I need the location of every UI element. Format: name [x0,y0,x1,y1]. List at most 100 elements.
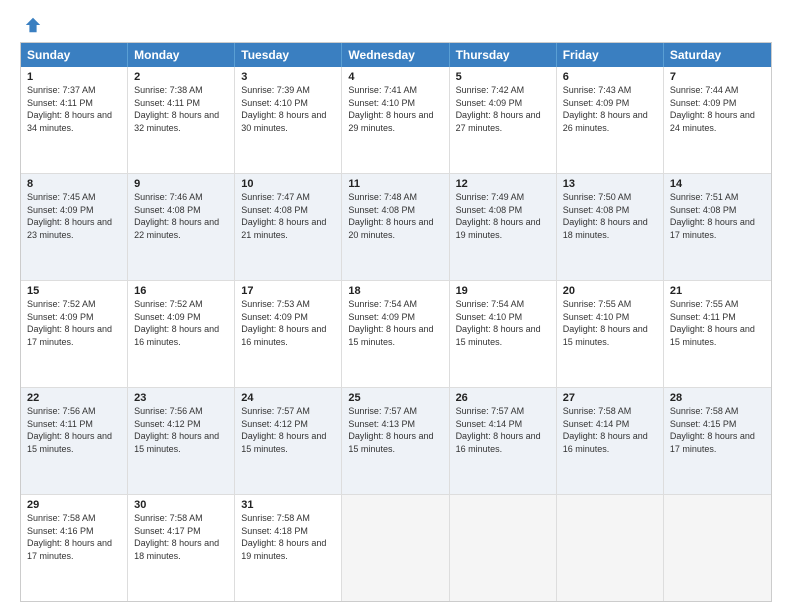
day-info: Sunrise: 7:57 AM Sunset: 4:12 PM Dayligh… [241,405,335,455]
day-number: 1 [27,71,121,83]
day-info: Sunrise: 7:47 AM Sunset: 4:08 PM Dayligh… [241,191,335,241]
calendar-row-5: 29 Sunrise: 7:58 AM Sunset: 4:16 PM Dayl… [21,494,771,601]
day-info: Sunrise: 7:45 AM Sunset: 4:09 PM Dayligh… [27,191,121,241]
calendar-row-1: 1 Sunrise: 7:37 AM Sunset: 4:11 PM Dayli… [21,67,771,173]
day-number: 21 [670,285,765,297]
day-cell-30: 30 Sunrise: 7:58 AM Sunset: 4:17 PM Dayl… [128,495,235,601]
day-number: 26 [456,392,550,404]
day-cell-23: 23 Sunrise: 7:56 AM Sunset: 4:12 PM Dayl… [128,388,235,494]
logo-icon [24,16,42,34]
calendar-body: 1 Sunrise: 7:37 AM Sunset: 4:11 PM Dayli… [21,67,771,601]
day-info: Sunrise: 7:58 AM Sunset: 4:18 PM Dayligh… [241,512,335,562]
empty-cell [342,495,449,601]
day-info: Sunrise: 7:46 AM Sunset: 4:08 PM Dayligh… [134,191,228,241]
day-info: Sunrise: 7:44 AM Sunset: 4:09 PM Dayligh… [670,84,765,134]
day-number: 17 [241,285,335,297]
day-cell-17: 17 Sunrise: 7:53 AM Sunset: 4:09 PM Dayl… [235,281,342,387]
day-cell-6: 6 Sunrise: 7:43 AM Sunset: 4:09 PM Dayli… [557,67,664,173]
day-cell-10: 10 Sunrise: 7:47 AM Sunset: 4:08 PM Dayl… [235,174,342,280]
day-info: Sunrise: 7:41 AM Sunset: 4:10 PM Dayligh… [348,84,442,134]
calendar-row-3: 15 Sunrise: 7:52 AM Sunset: 4:09 PM Dayl… [21,280,771,387]
day-info: Sunrise: 7:50 AM Sunset: 4:08 PM Dayligh… [563,191,657,241]
day-number: 7 [670,71,765,83]
day-cell-26: 26 Sunrise: 7:57 AM Sunset: 4:14 PM Dayl… [450,388,557,494]
day-cell-28: 28 Sunrise: 7:58 AM Sunset: 4:15 PM Dayl… [664,388,771,494]
day-number: 27 [563,392,657,404]
day-cell-25: 25 Sunrise: 7:57 AM Sunset: 4:13 PM Dayl… [342,388,449,494]
day-number: 10 [241,178,335,190]
day-cell-2: 2 Sunrise: 7:38 AM Sunset: 4:11 PM Dayli… [128,67,235,173]
day-info: Sunrise: 7:58 AM Sunset: 4:17 PM Dayligh… [134,512,228,562]
day-number: 14 [670,178,765,190]
day-number: 15 [27,285,121,297]
day-info: Sunrise: 7:58 AM Sunset: 4:14 PM Dayligh… [563,405,657,455]
day-info: Sunrise: 7:58 AM Sunset: 4:16 PM Dayligh… [27,512,121,562]
day-info: Sunrise: 7:39 AM Sunset: 4:10 PM Dayligh… [241,84,335,134]
day-cell-22: 22 Sunrise: 7:56 AM Sunset: 4:11 PM Dayl… [21,388,128,494]
day-cell-4: 4 Sunrise: 7:41 AM Sunset: 4:10 PM Dayli… [342,67,449,173]
day-cell-27: 27 Sunrise: 7:58 AM Sunset: 4:14 PM Dayl… [557,388,664,494]
day-number: 4 [348,71,442,83]
calendar-grid: SundayMondayTuesdayWednesdayThursdayFrid… [20,42,772,602]
day-info: Sunrise: 7:58 AM Sunset: 4:15 PM Dayligh… [670,405,765,455]
day-info: Sunrise: 7:56 AM Sunset: 4:11 PM Dayligh… [27,405,121,455]
day-number: 9 [134,178,228,190]
day-cell-31: 31 Sunrise: 7:58 AM Sunset: 4:18 PM Dayl… [235,495,342,601]
header-day-sunday: Sunday [21,43,128,67]
day-cell-5: 5 Sunrise: 7:42 AM Sunset: 4:09 PM Dayli… [450,67,557,173]
calendar-row-2: 8 Sunrise: 7:45 AM Sunset: 4:09 PM Dayli… [21,173,771,280]
day-cell-29: 29 Sunrise: 7:58 AM Sunset: 4:16 PM Dayl… [21,495,128,601]
day-number: 22 [27,392,121,404]
day-info: Sunrise: 7:55 AM Sunset: 4:11 PM Dayligh… [670,298,765,348]
day-number: 3 [241,71,335,83]
day-info: Sunrise: 7:56 AM Sunset: 4:12 PM Dayligh… [134,405,228,455]
day-number: 8 [27,178,121,190]
day-cell-16: 16 Sunrise: 7:52 AM Sunset: 4:09 PM Dayl… [128,281,235,387]
day-info: Sunrise: 7:53 AM Sunset: 4:09 PM Dayligh… [241,298,335,348]
day-info: Sunrise: 7:49 AM Sunset: 4:08 PM Dayligh… [456,191,550,241]
day-info: Sunrise: 7:51 AM Sunset: 4:08 PM Dayligh… [670,191,765,241]
day-info: Sunrise: 7:52 AM Sunset: 4:09 PM Dayligh… [27,298,121,348]
day-cell-21: 21 Sunrise: 7:55 AM Sunset: 4:11 PM Dayl… [664,281,771,387]
day-number: 30 [134,499,228,511]
day-info: Sunrise: 7:37 AM Sunset: 4:11 PM Dayligh… [27,84,121,134]
day-number: 24 [241,392,335,404]
day-number: 5 [456,71,550,83]
day-cell-11: 11 Sunrise: 7:48 AM Sunset: 4:08 PM Dayl… [342,174,449,280]
day-number: 11 [348,178,442,190]
day-number: 28 [670,392,765,404]
day-cell-12: 12 Sunrise: 7:49 AM Sunset: 4:08 PM Dayl… [450,174,557,280]
day-number: 18 [348,285,442,297]
day-number: 2 [134,71,228,83]
day-info: Sunrise: 7:54 AM Sunset: 4:10 PM Dayligh… [456,298,550,348]
day-number: 12 [456,178,550,190]
day-cell-14: 14 Sunrise: 7:51 AM Sunset: 4:08 PM Dayl… [664,174,771,280]
day-number: 25 [348,392,442,404]
day-cell-19: 19 Sunrise: 7:54 AM Sunset: 4:10 PM Dayl… [450,281,557,387]
empty-cell [557,495,664,601]
calendar-row-4: 22 Sunrise: 7:56 AM Sunset: 4:11 PM Dayl… [21,387,771,494]
day-cell-20: 20 Sunrise: 7:55 AM Sunset: 4:10 PM Dayl… [557,281,664,387]
day-info: Sunrise: 7:42 AM Sunset: 4:09 PM Dayligh… [456,84,550,134]
day-number: 6 [563,71,657,83]
header-day-saturday: Saturday [664,43,771,67]
day-number: 19 [456,285,550,297]
day-info: Sunrise: 7:57 AM Sunset: 4:14 PM Dayligh… [456,405,550,455]
header-day-tuesday: Tuesday [235,43,342,67]
day-info: Sunrise: 7:43 AM Sunset: 4:09 PM Dayligh… [563,84,657,134]
day-cell-3: 3 Sunrise: 7:39 AM Sunset: 4:10 PM Dayli… [235,67,342,173]
day-number: 29 [27,499,121,511]
header-day-wednesday: Wednesday [342,43,449,67]
day-info: Sunrise: 7:54 AM Sunset: 4:09 PM Dayligh… [348,298,442,348]
page-header [20,16,772,34]
header-day-thursday: Thursday [450,43,557,67]
day-cell-1: 1 Sunrise: 7:37 AM Sunset: 4:11 PM Dayli… [21,67,128,173]
empty-cell [450,495,557,601]
day-number: 16 [134,285,228,297]
day-info: Sunrise: 7:52 AM Sunset: 4:09 PM Dayligh… [134,298,228,348]
day-info: Sunrise: 7:48 AM Sunset: 4:08 PM Dayligh… [348,191,442,241]
header-day-monday: Monday [128,43,235,67]
logo [20,16,42,34]
calendar-page: SundayMondayTuesdayWednesdayThursdayFrid… [0,0,792,612]
day-cell-7: 7 Sunrise: 7:44 AM Sunset: 4:09 PM Dayli… [664,67,771,173]
